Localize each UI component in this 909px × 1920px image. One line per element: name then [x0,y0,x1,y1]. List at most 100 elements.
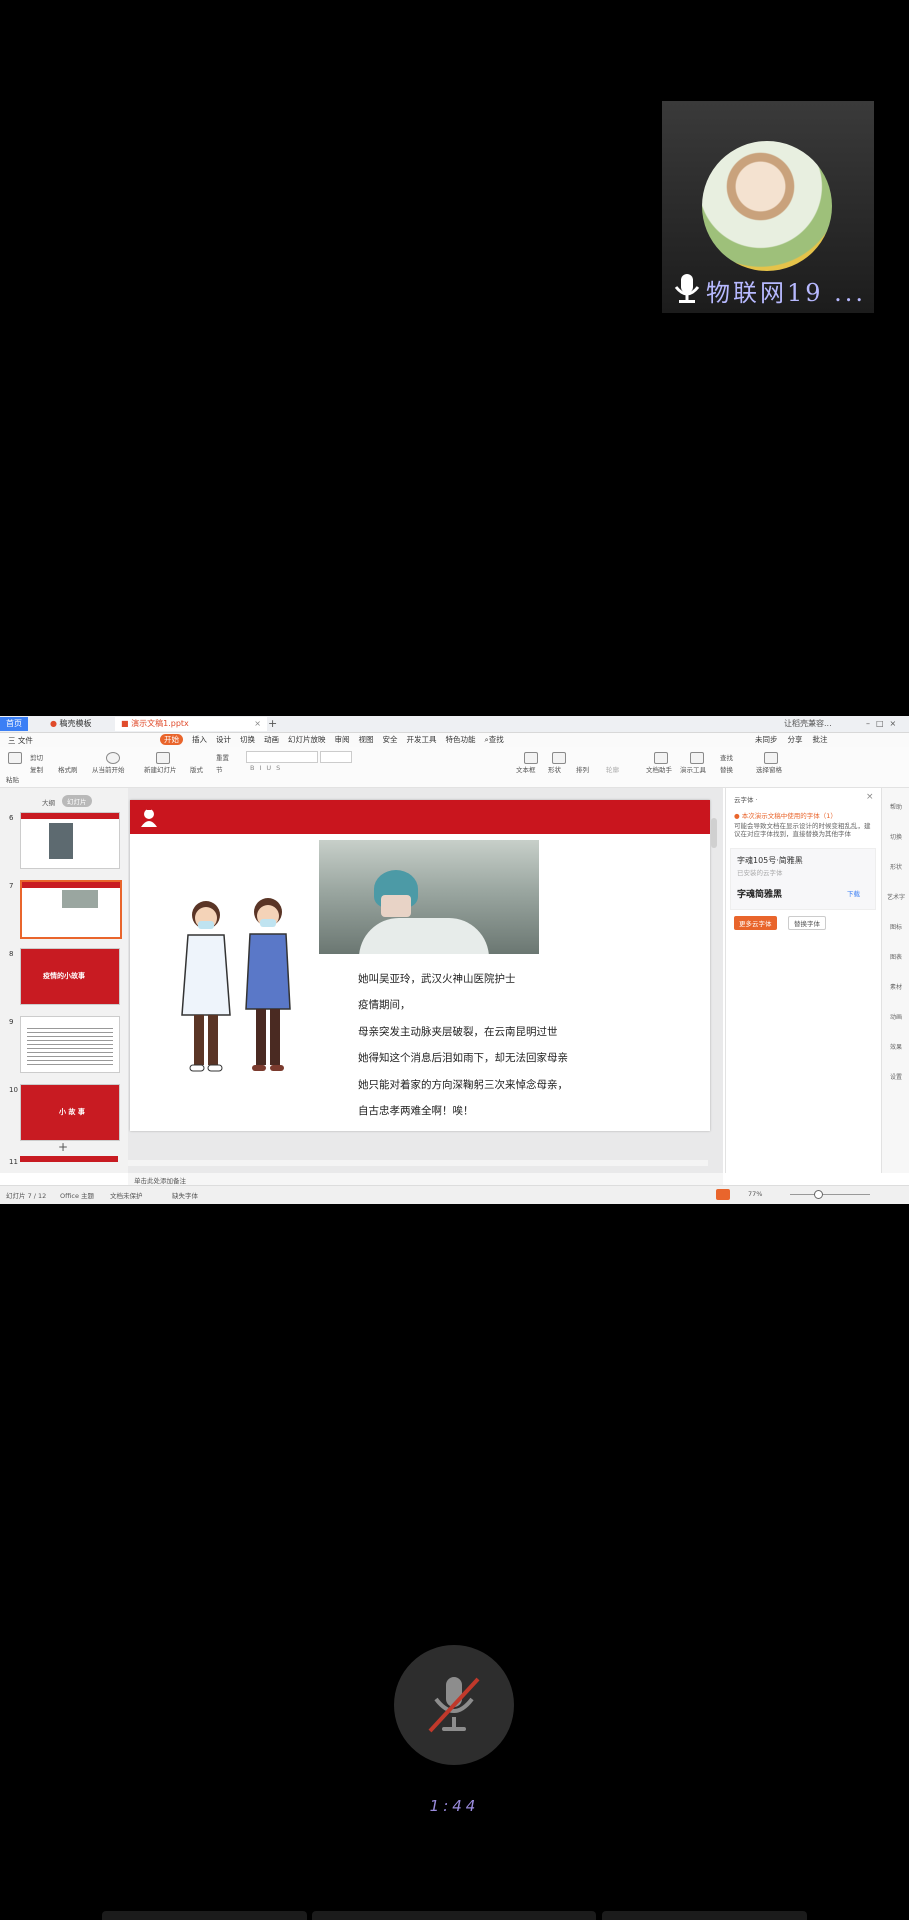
reset-button[interactable]: 重置 [216,752,229,762]
doc-protect-status[interactable]: 文档未保护 [110,1190,143,1200]
cloud-font-panel: 云字体 · × ● 本次演示文稿中使用的字体（1） 可能会导致文档在显示设计的时… [725,788,882,1173]
sidebar-item[interactable]: 设置 [886,1072,906,1081]
text-box-button[interactable]: 文本框 [516,764,536,774]
replace-button[interactable]: 替换 [720,764,733,774]
menu-item[interactable]: 特色功能 [446,734,476,745]
menu-item[interactable]: 插入 [192,734,207,745]
font-item[interactable]: 字魂105号·简雅黑 [737,855,803,866]
menu-item[interactable]: 开发工具 [407,734,437,745]
search-button[interactable]: ⌕查找 [485,734,504,745]
status-bar: 幻灯片 7 / 12 Office 主题 文档未保护 缺失字体 77% [0,1185,909,1204]
sidebar-item[interactable]: 帮助 [886,802,906,811]
font-item[interactable]: 字魂简雅黑 [737,887,782,900]
slide-text-line: 疫情期间， [358,999,411,1011]
arrange-button[interactable]: 排列 [576,764,589,774]
play-slideshow-button[interactable] [716,1189,730,1200]
sidebar-item[interactable]: 效果 [886,1042,906,1051]
zoom-slider[interactable] [790,1194,870,1195]
horizontal-scrollbar[interactable] [128,1160,708,1166]
notes-bar[interactable]: 单击此处添加备注 [128,1173,723,1185]
font-size-select[interactable] [320,751,352,763]
from-current-button[interactable]: 从当前开始 [92,764,125,774]
menu-item[interactable]: 切换 [240,734,255,745]
sidebar-item[interactable]: 素材 [886,982,906,991]
slide-thumbnail-7[interactable] [20,880,122,939]
download-link[interactable]: 下载 [847,888,860,898]
menu-item[interactable]: 幻灯片放映 [288,734,326,745]
outline-button[interactable]: 轮廓 [606,764,619,774]
cut-button[interactable]: 剪切 [30,752,43,762]
new-tab-button[interactable]: + [262,717,283,731]
slide-thumbnail-9[interactable] [20,1016,120,1073]
sidebar-item[interactable]: 动画 [886,1012,906,1021]
sidebar-item[interactable]: 形状 [886,862,906,871]
theme-name: Office 主题 [60,1192,95,1200]
copy-button[interactable]: 复制 [30,764,43,774]
add-slide-button[interactable]: + [58,1140,68,1154]
doctors-illustration [181,898,291,1072]
new-slide-button[interactable]: 新建幻灯片 [144,764,177,774]
find-button[interactable]: 查找 [720,752,733,762]
mute-toggle-button[interactable] [394,1645,514,1765]
missing-font-status[interactable]: 缺失字体 [172,1190,198,1200]
tab-right-info[interactable]: 让稻壳兼容... [778,717,838,731]
shape-button[interactable]: 形状 [548,764,561,774]
text-box-icon[interactable] [524,752,538,764]
sidebar-item[interactable]: 图标 [886,922,906,931]
bottom-nav-item[interactable] [602,1911,807,1920]
comment-button[interactable]: 批注 [813,734,828,745]
share-button[interactable]: 分享 [788,734,803,745]
format-buttons[interactable]: BIUS [250,764,285,772]
sync-status[interactable]: 未同步 [755,734,778,745]
select-pane-icon[interactable] [764,752,778,764]
tab-slides[interactable]: 幻灯片 [62,795,92,807]
muted-microphone-icon [428,1677,480,1733]
shape-icon[interactable] [552,752,566,764]
paste-icon[interactable] [8,752,22,764]
present-tool-button[interactable]: 演示工具 [680,764,706,774]
close-icon[interactable]: × [866,792,874,802]
doc-assist-icon[interactable] [654,752,668,764]
sidebar-item[interactable]: 切换 [886,832,906,841]
section-button[interactable]: 节 [216,764,223,774]
participant-tile[interactable]: 物联网19 ... [662,101,874,313]
tab-outline[interactable]: 大纲 [42,797,55,807]
slide-number: 8 [9,950,14,958]
menu-item[interactable]: 视图 [359,734,374,745]
sidebar-item[interactable]: 图表 [886,952,906,961]
zoom-slider-thumb[interactable] [814,1190,823,1199]
slide-thumbnail-6[interactable] [20,812,120,869]
layout-button[interactable]: 版式 [190,764,203,774]
font-list: 字魂105号·简雅黑 已安装的云字体 字魂简雅黑 下载 [730,848,876,910]
doc-assist-button[interactable]: 文档助手 [646,764,672,774]
tab-home[interactable]: 首页 [0,717,28,731]
menu-item[interactable]: 设计 [216,734,231,745]
present-tool-icon[interactable] [690,752,704,764]
tab-document[interactable]: ■ 演示文稿1.pptx × [115,717,267,731]
bottom-nav-item[interactable] [102,1911,307,1920]
close-icon[interactable]: × [254,717,261,731]
play-icon[interactable] [106,752,120,764]
new-slide-icon[interactable] [156,752,170,764]
slide-thumbnail-11[interactable] [20,1156,118,1162]
select-pane-button[interactable]: 选择窗格 [756,764,782,774]
pptx-icon: ■ [121,719,129,728]
font-select[interactable] [246,751,318,763]
menu-item[interactable]: 动画 [264,734,279,745]
slide-thumbnail-8[interactable]: 疫情的小故事 [20,948,120,1005]
menu-file[interactable]: 三 文件 [8,735,33,746]
vertical-scrollbar[interactable] [711,818,717,848]
format-painter-button[interactable]: 格式刷 [58,764,78,774]
window-controls[interactable]: –□× [860,717,908,731]
bottom-nav-item[interactable] [312,1911,596,1920]
replace-font-button[interactable]: 替换字体 [788,916,826,930]
menu-item[interactable]: 安全 [383,734,398,745]
current-slide[interactable]: 她叫吴亚玲，武汉火神山医院护士 疫情期间， 母亲突发主动脉夹层破裂，在云南昆明过… [130,800,710,1131]
slide-thumbnail-10[interactable]: 小 故 事 [20,1084,120,1141]
sidebar-item[interactable]: 艺术字 [886,892,906,901]
notes-placeholder[interactable]: 单击此处添加备注 [134,1175,186,1185]
menu-item[interactable]: 开始 [160,734,183,745]
more-fonts-button[interactable]: 更多云字体 [734,916,777,930]
menu-item[interactable]: 审阅 [335,734,350,745]
tab-wps[interactable]: ● 稿壳模板 [44,717,98,731]
